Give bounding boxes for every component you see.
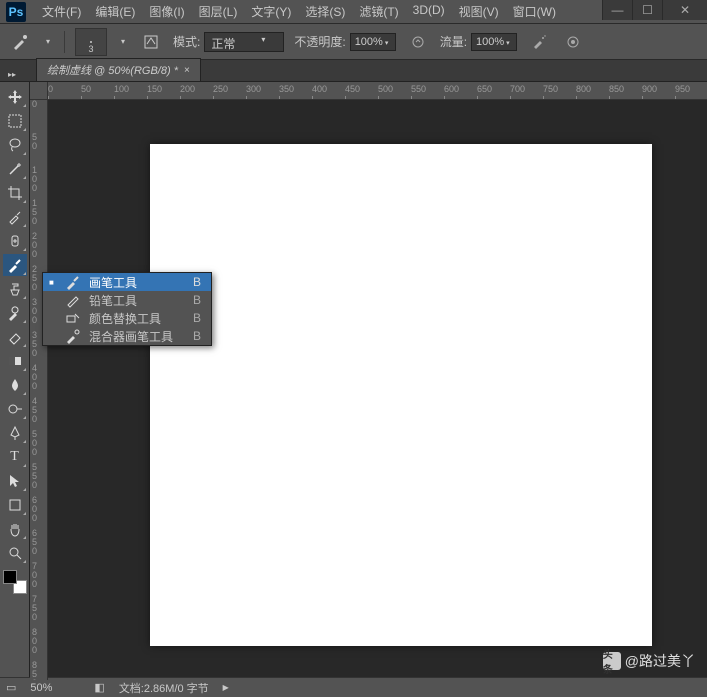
brush-preset-picker[interactable]: 3 <box>75 28 107 56</box>
gradient-tool[interactable] <box>3 350 27 372</box>
foreground-color[interactable] <box>3 570 17 584</box>
dodge-tool[interactable] <box>3 398 27 420</box>
shape-tool[interactable] <box>3 494 27 516</box>
flyout-item[interactable]: 铅笔工具B <box>43 291 211 309</box>
flow-label: 流量: <box>440 33 467 50</box>
type-tool[interactable]: T <box>3 446 27 468</box>
brush-tool-flyout: ■画笔工具B铅笔工具B颜色替换工具B混合器画笔工具B <box>42 272 212 346</box>
minimize-button[interactable]: — <box>602 0 632 20</box>
canvas-viewport[interactable] <box>48 100 707 680</box>
menu-image[interactable]: 图像(I) <box>143 0 190 23</box>
document-tab[interactable]: 绘制虚线 @ 50%(RGB/8) * × <box>36 58 201 81</box>
healing-brush-tool[interactable] <box>3 230 27 252</box>
move-tool[interactable] <box>3 86 27 108</box>
brush-tool[interactable] <box>3 254 27 276</box>
zoom-tool[interactable] <box>3 542 27 564</box>
opacity-label: 不透明度: <box>294 33 345 50</box>
vertical-ruler[interactable]: 0501001502002503003504004505005506006507… <box>30 100 48 680</box>
options-bar: ▾ 3 ▾ 模式: 正常 ▾ 不透明度: 100%▾ 流量: 100%▾ <box>0 24 707 60</box>
menu-window[interactable]: 窗口(W) <box>507 0 562 23</box>
marquee-tool[interactable] <box>3 110 27 132</box>
flyout-item[interactable]: 混合器画笔工具B <box>43 327 211 345</box>
flyout-item[interactable]: 颜色替换工具B <box>43 309 211 327</box>
hand-tool[interactable] <box>3 518 27 540</box>
clone-stamp-tool[interactable] <box>3 278 27 300</box>
zoom-level[interactable]: 50% <box>30 682 80 694</box>
menu-3d[interactable]: 3D(D) <box>407 0 451 23</box>
size-pressure-icon[interactable] <box>561 30 585 54</box>
menu-select[interactable]: 选择(S) <box>299 0 351 23</box>
menu-file[interactable]: 文件(F) <box>36 0 87 23</box>
menu-type[interactable]: 文字(Y) <box>245 0 297 23</box>
horizontal-ruler[interactable]: 0501001502002503003504004505005506006507… <box>48 82 707 100</box>
document-tab-strip: ▸▸ 绘制虚线 @ 50%(RGB/8) * × <box>0 60 707 82</box>
close-button[interactable]: ✕ <box>662 0 707 20</box>
history-brush-tool[interactable] <box>3 302 27 324</box>
menu-items: 文件(F) 编辑(E) 图像(I) 图层(L) 文字(Y) 选择(S) 滤镜(T… <box>36 0 562 23</box>
doc-size-info: 文档:2.86M/0 字节 <box>119 680 209 696</box>
canvas[interactable] <box>150 144 652 646</box>
tool-preset-icon[interactable] <box>8 30 32 54</box>
crop-tool[interactable] <box>3 182 27 204</box>
status-info-icon[interactable]: ◧ <box>94 681 104 694</box>
brush-preset-dropdown[interactable]: ▾ <box>117 37 129 46</box>
blend-mode-select[interactable]: 正常 ▾ <box>204 32 284 52</box>
flow-input[interactable]: 100%▾ <box>471 33 517 51</box>
app-logo: Ps <box>6 2 26 22</box>
watermark-text: @路过美丫 <box>625 651 695 671</box>
workspace: 0501001502002503003504004505005506006507… <box>30 82 707 680</box>
tool-preset-dropdown[interactable]: ▾ <box>42 37 54 46</box>
pen-tool[interactable] <box>3 422 27 444</box>
ruler-origin[interactable] <box>30 82 48 100</box>
lasso-tool[interactable] <box>3 134 27 156</box>
panel-toggle-icon[interactable]: ▸▸ <box>4 67 20 81</box>
menu-layer[interactable]: 图层(L) <box>193 0 244 23</box>
brush-panel-toggle-icon[interactable] <box>139 30 163 54</box>
status-menu-arrow[interactable]: ▶ <box>223 683 229 692</box>
flyout-item[interactable]: ■画笔工具B <box>43 273 211 291</box>
app-window: Ps 文件(F) 编辑(E) 图像(I) 图层(L) 文字(Y) 选择(S) 滤… <box>0 0 707 697</box>
color-swatches[interactable] <box>3 570 27 594</box>
main-area: T 05010015020025030035040045050055060065… <box>0 82 707 680</box>
blur-tool[interactable] <box>3 374 27 396</box>
status-bar: ▭ 50% ◧ 文档:2.86M/0 字节 ▶ <box>0 677 707 697</box>
eraser-tool[interactable] <box>3 326 27 348</box>
path-selection-tool[interactable] <box>3 470 27 492</box>
menu-bar: Ps 文件(F) 编辑(E) 图像(I) 图层(L) 文字(Y) 选择(S) 滤… <box>0 0 707 24</box>
magic-wand-tool[interactable] <box>3 158 27 180</box>
maximize-button[interactable]: ☐ <box>632 0 662 20</box>
opacity-pressure-icon[interactable] <box>406 30 430 54</box>
doc-window-icon[interactable]: ▭ <box>6 681 16 694</box>
window-controls: — ☐ ✕ <box>602 0 707 20</box>
opacity-input[interactable]: 100%▾ <box>350 33 396 51</box>
menu-edit[interactable]: 编辑(E) <box>89 0 141 23</box>
watermark: 头条 @路过美丫 <box>603 651 695 671</box>
tools-panel: T <box>0 82 30 680</box>
tab-close-icon[interactable]: × <box>184 65 190 76</box>
mode-label: 模式: <box>173 33 200 50</box>
menu-view[interactable]: 视图(V) <box>453 0 505 23</box>
watermark-logo: 头条 <box>603 652 621 670</box>
eyedropper-tool[interactable] <box>3 206 27 228</box>
menu-filter[interactable]: 滤镜(T) <box>353 0 404 23</box>
document-tab-title: 绘制虚线 @ 50%(RGB/8) * <box>47 62 178 78</box>
airbrush-icon[interactable] <box>527 30 551 54</box>
